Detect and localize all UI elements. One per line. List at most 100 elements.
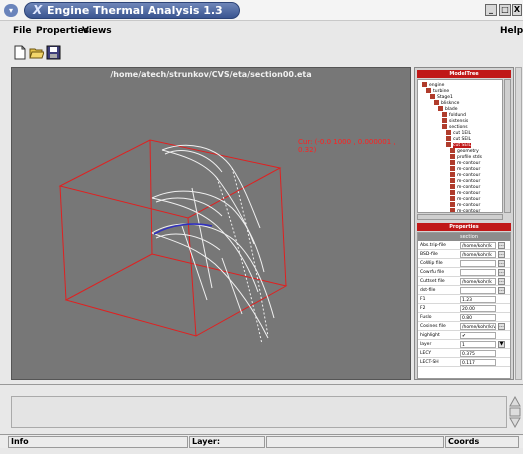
- property-browse-button[interactable]: ...: [498, 260, 505, 267]
- property-key: Cosines file: [420, 324, 446, 329]
- property-key: LECY: [420, 351, 432, 356]
- property-key: Abs.trip-file: [420, 243, 446, 248]
- properties-table[interactable]: section Abs.trip-file/home/kohr/k... BSD-…: [417, 232, 511, 379]
- property-row: LECT-SH 0.117: [418, 359, 510, 367]
- property-value-field[interactable]: /home/kohr/k: [460, 278, 496, 285]
- save-icon[interactable]: [46, 45, 61, 60]
- property-value-field[interactable]: 20.00: [460, 305, 496, 312]
- property-value-field[interactable]: 0.80: [460, 314, 496, 321]
- property-value-field[interactable]: ✔: [460, 332, 496, 339]
- minimize-button[interactable]: _: [485, 4, 497, 16]
- property-browse-button[interactable]: ...: [498, 323, 505, 330]
- menu-file[interactable]: File: [13, 26, 31, 36]
- status-blank: [266, 436, 444, 448]
- tree-node-icon: [450, 160, 455, 165]
- property-row: dst-file...: [418, 287, 510, 295]
- property-key: CoWip file: [420, 261, 443, 266]
- new-file-icon[interactable]: [12, 45, 27, 60]
- property-browse-button[interactable]: ...: [498, 269, 505, 276]
- application-window: ▾ X Engine Thermal Analysis 1.3 _ □ X Fi…: [0, 0, 523, 454]
- property-browse-button[interactable]: ▼: [498, 341, 505, 348]
- title-bar: ▾ X Engine Thermal Analysis 1.3 _ □ X: [0, 0, 523, 21]
- property-row: Fuslo 0.80: [418, 314, 510, 322]
- output-console[interactable]: [11, 396, 507, 428]
- system-menu-button[interactable]: ▾: [4, 4, 18, 17]
- property-key: BSD-file: [420, 252, 438, 257]
- property-key: Fuslo: [420, 315, 432, 320]
- property-value-field[interactable]: [460, 287, 496, 294]
- close-button[interactable]: X: [512, 4, 522, 16]
- 3d-viewport[interactable]: /home/atech/strunkov/CVS/eta/section00.e…: [11, 67, 411, 380]
- tree-node-icon: [450, 208, 455, 212]
- property-browse-button[interactable]: ...: [498, 287, 505, 294]
- properties-section-label: section: [460, 234, 479, 240]
- property-value-field[interactable]: 1: [460, 341, 496, 348]
- tree-node-icon: [450, 178, 455, 183]
- property-browse-button[interactable]: ...: [498, 278, 505, 285]
- tree-node-icon: [450, 202, 455, 207]
- property-value-field[interactable]: /home/kohr/k: [460, 251, 496, 258]
- tree-node-icon: [434, 100, 439, 105]
- property-value-field[interactable]: /home/kohr/k/v: [460, 323, 496, 330]
- maximize-button[interactable]: □: [499, 4, 511, 16]
- tree-node[interactable]: m-contour: [450, 208, 481, 213]
- tree-node-icon: [450, 196, 455, 201]
- property-row: CoWip file...: [418, 260, 510, 268]
- menu-views[interactable]: Views: [82, 26, 112, 36]
- property-value-field[interactable]: [460, 269, 496, 276]
- status-bar: Info Layer: Coords: [0, 434, 523, 448]
- property-row: F1 1.23: [418, 296, 510, 304]
- toolbar: [0, 42, 523, 64]
- tree-node-icon: [450, 172, 455, 177]
- property-row: Cosines file/home/kohr/k/v...: [418, 323, 510, 331]
- property-key: F2: [420, 306, 426, 311]
- side-panel: ModelTree engine turbine Stage1 blisknce bla…: [414, 67, 514, 380]
- panel-scrollbar[interactable]: [515, 67, 522, 380]
- property-value-field[interactable]: /home/kohr/k: [460, 242, 496, 249]
- property-value-field[interactable]: [460, 260, 496, 267]
- tree-node-icon: [442, 118, 447, 123]
- status-coords: Coords: [445, 436, 519, 448]
- property-row: LECY 0.375: [418, 350, 510, 358]
- property-key: layer: [420, 342, 432, 347]
- property-row: Abs.trip-file/home/kohr/k...: [418, 242, 510, 250]
- status-info: Info: [8, 436, 188, 448]
- properties-section-header: section: [418, 233, 510, 241]
- menu-help[interactable]: Help: [500, 26, 523, 36]
- status-layer: Layer:: [189, 436, 265, 448]
- tree-node-icon: [450, 154, 455, 159]
- property-browse-button[interactable]: ...: [498, 242, 505, 249]
- property-value-field[interactable]: 0.375: [460, 350, 496, 357]
- properties-header: Properties: [417, 223, 511, 231]
- tree-node-icon: [450, 184, 455, 189]
- tree-horizontal-scrollbar[interactable]: [417, 214, 503, 220]
- splitter[interactable]: [0, 384, 523, 385]
- property-value-field[interactable]: 0.117: [460, 359, 496, 366]
- tree-node-label: m-contour: [457, 209, 481, 213]
- property-browse-button[interactable]: ...: [498, 251, 505, 258]
- open-folder-icon[interactable]: [29, 45, 44, 60]
- tree-node-icon: [450, 190, 455, 195]
- tree-vertical-scrollbar[interactable]: [504, 79, 511, 213]
- property-key: dst-file: [420, 288, 436, 293]
- property-row: Cuttset file/home/kohr/k...: [418, 278, 510, 286]
- tree-node-icon: [422, 82, 427, 87]
- property-key: F1: [420, 297, 426, 302]
- property-row: BSD-file/home/kohr/k...: [418, 251, 510, 259]
- menu-bar: File Properties Views Help: [0, 23, 523, 41]
- model-render: [58, 139, 288, 345]
- tree-node-icon: [438, 106, 443, 111]
- property-row: layer 1 ▼: [418, 341, 510, 349]
- property-key: Cowrfu file: [420, 270, 445, 275]
- tree-node-icon: [426, 88, 431, 93]
- property-value-field[interactable]: 1.23: [460, 296, 496, 303]
- x-logo-icon: X: [33, 3, 43, 17]
- property-row: F2 20.00: [418, 305, 510, 313]
- property-row: Cowrfu file...: [418, 269, 510, 277]
- tree-node-icon: [446, 130, 451, 135]
- model-tree[interactable]: engine turbine Stage1 blisknce blade foldund s…: [417, 79, 503, 213]
- tree-node-icon: [442, 112, 447, 117]
- console-scrollbar[interactable]: [509, 396, 521, 428]
- property-row: highlight ✔: [418, 332, 510, 340]
- tree-node-icon: [430, 94, 435, 99]
